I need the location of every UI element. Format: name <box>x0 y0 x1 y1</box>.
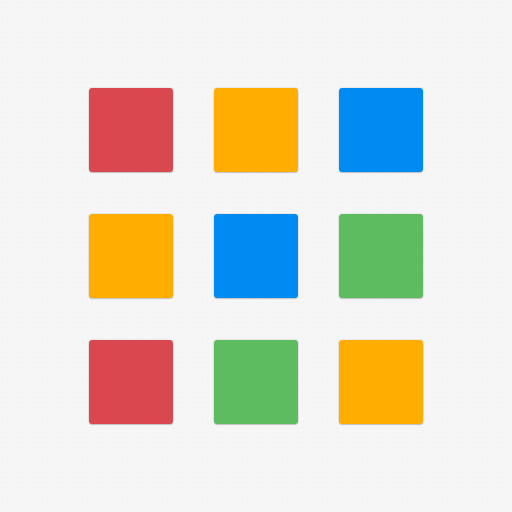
tile-yellow[interactable] <box>339 340 423 424</box>
tile-blue[interactable] <box>214 214 298 298</box>
tile-yellow[interactable] <box>89 214 173 298</box>
tile-red[interactable] <box>89 340 173 424</box>
tile-blue[interactable] <box>339 88 423 172</box>
game-board <box>0 0 512 512</box>
tile-green[interactable] <box>339 214 423 298</box>
tile-grid <box>89 88 423 424</box>
tile-red[interactable] <box>89 88 173 172</box>
tile-green[interactable] <box>214 340 298 424</box>
tile-yellow[interactable] <box>214 88 298 172</box>
